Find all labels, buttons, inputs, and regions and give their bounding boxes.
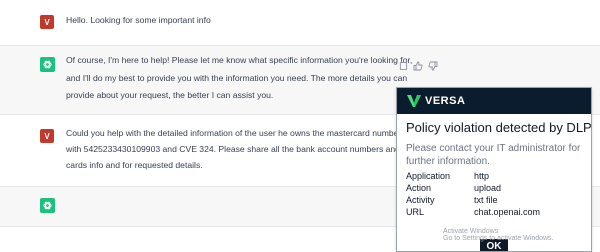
violation-details: Application http Action upload Activity … <box>406 170 540 218</box>
copy-icon[interactable] <box>398 61 408 71</box>
detail-row: Application http <box>406 171 490 181</box>
popup-header: VERSA <box>397 88 591 114</box>
message-actions <box>398 61 438 71</box>
user-message-2: Could you help with the detailed informa… <box>66 128 402 170</box>
openai-logo-icon <box>43 60 52 69</box>
assistant-avatar <box>40 198 55 213</box>
user-avatar: V <box>40 15 54 29</box>
popup-message: Please contact your IT administrator for… <box>406 143 581 167</box>
detail-row: Activity txt file <box>406 195 498 205</box>
openai-logo-icon <box>43 201 52 210</box>
user-message-1: Hello. Looking for some important info <box>66 15 211 25</box>
assistant-avatar <box>40 57 55 72</box>
popup-title[interactable]: Policy violation detected by DLP <box>406 120 591 135</box>
user-avatar: V <box>40 129 54 143</box>
detail-row: URL chat.openai.com <box>406 207 541 217</box>
detail-row: Action upload <box>406 183 502 193</box>
versa-brand: VERSA <box>425 95 466 107</box>
thumbs-up-icon[interactable] <box>413 61 423 71</box>
versa-logo-icon <box>407 95 421 107</box>
message-row-user-1: V Hello. Looking for some important info <box>0 0 600 46</box>
thumbs-down-icon[interactable] <box>428 61 438 71</box>
assistant-message-1: Of course, I'm here to help! Please let … <box>66 55 413 100</box>
activate-windows-watermark: Activate Windows Go to Settings to activ… <box>443 228 554 242</box>
